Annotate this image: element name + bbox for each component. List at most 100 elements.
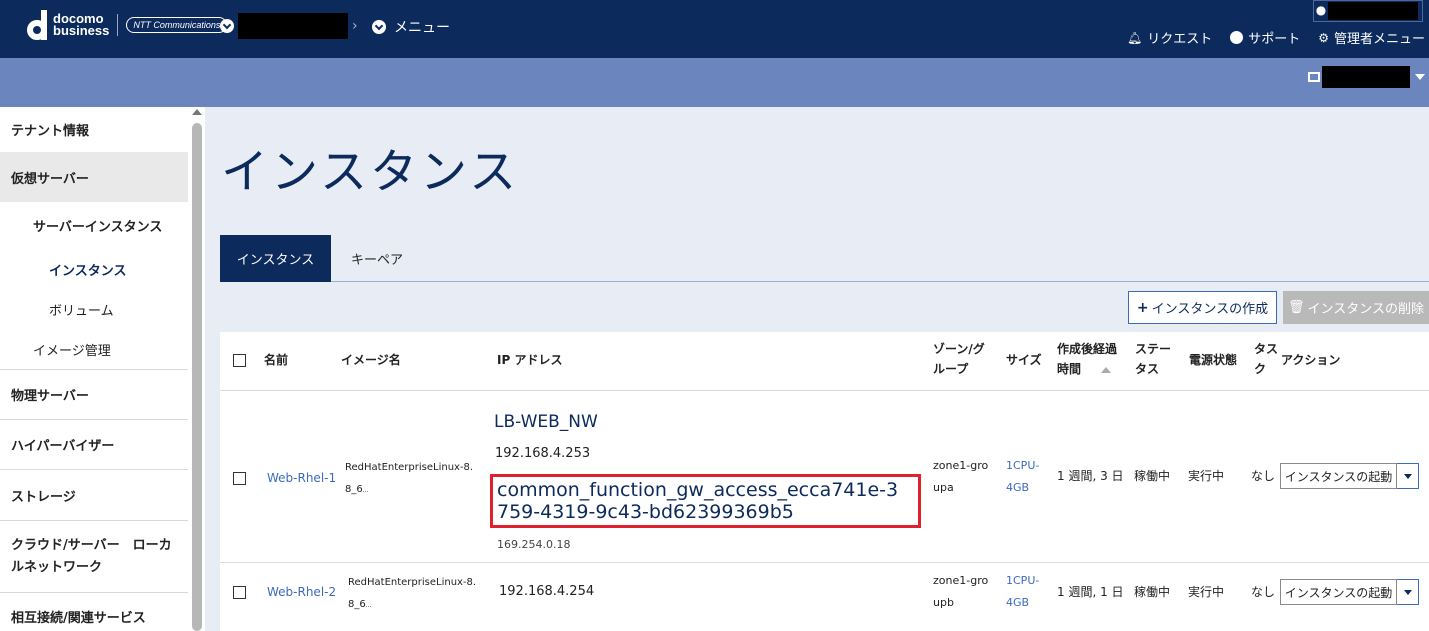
header-image[interactable]: イメージ名 xyxy=(341,350,401,370)
ntt-logo-text: NTT Communications xyxy=(133,20,221,30)
sidebar-item-label: クラウド/サーバー ローカ xyxy=(11,537,172,553)
sort-asc-icon[interactable] xyxy=(1101,367,1112,373)
task-value: なし xyxy=(1251,469,1276,483)
size-link[interactable]: 1CPU- 4GB xyxy=(1006,455,1039,499)
instance-name-link[interactable]: Web-Rhel-1 xyxy=(267,468,336,488)
menu-label: メニュー xyxy=(394,20,450,36)
bell-icon: 🔔︎ xyxy=(1126,30,1143,45)
start-instance-button[interactable]: インスタンスの起動 xyxy=(1280,463,1397,489)
sidebar-item-label: イメージ管理 xyxy=(33,343,111,359)
header-zone-line1: ゾーン/グ xyxy=(933,342,985,356)
sidebar-item-storage[interactable]: ストレージ xyxy=(0,470,188,521)
header-age[interactable]: 作成後経過 時間 xyxy=(1057,339,1117,379)
image-name-ellipsis: ... xyxy=(362,487,369,494)
menu-dropdown[interactable]: メニュー xyxy=(372,17,450,37)
plus-icon: + xyxy=(1136,299,1149,316)
chevron-down-icon xyxy=(372,20,386,34)
delete-instance-button[interactable]: 🗑︎ インスタンスの削除 xyxy=(1283,291,1429,324)
header-zone-line2: ループ xyxy=(933,362,969,376)
tab-bar: インスタンス キーペア xyxy=(220,235,1429,282)
ip-port-link-line1: common_function_gw_access_ecca741e-3 xyxy=(497,479,899,501)
request-link[interactable]: 🔔︎ リクエスト xyxy=(1126,28,1213,48)
start-instance-button[interactable]: インスタンスの起動 xyxy=(1280,579,1397,605)
size-link[interactable]: 1CPU- 4GB xyxy=(1006,570,1039,614)
header-task[interactable]: タス ク xyxy=(1254,339,1278,379)
header-size[interactable]: サイズ xyxy=(1006,350,1042,370)
sidebar-item-label: ボリューム xyxy=(49,303,114,319)
docomo-business-logo[interactable]: docomo business NTT Communications xyxy=(27,10,228,40)
logo-divider xyxy=(117,14,119,36)
tab-keypairs[interactable]: キーペア xyxy=(337,235,417,282)
request-label: リクエスト xyxy=(1147,32,1213,47)
row-checkbox[interactable] xyxy=(233,586,246,599)
instance-name-link[interactable]: Web-Rhel-2 xyxy=(267,582,336,602)
trash-icon: 🗑︎ xyxy=(1288,300,1305,315)
sidebar-item-label: インスタンス xyxy=(49,263,127,279)
ntt-logo: NTT Communications xyxy=(126,17,228,33)
tenant-selector[interactable]: › xyxy=(220,13,358,39)
ip-port-link-line2: 759-4319-9c43-bd62399369b5 xyxy=(497,501,794,523)
sidebar-scrollbar[interactable] xyxy=(190,107,204,631)
ip-port-link[interactable]: common_function_gw_access_ecca741e-3 759… xyxy=(497,479,898,523)
image-name-ellipsis: ... xyxy=(365,602,372,609)
age-value: 1 週間, 3 日 xyxy=(1057,469,1124,483)
logo-text: docomo business xyxy=(53,12,109,37)
ip-address: 169.254.0.18 xyxy=(497,538,571,551)
sidebar-item-label: 相互接続/関連サービス xyxy=(11,610,146,626)
zone-group: zone1-gro upb xyxy=(933,570,988,614)
row-checkbox[interactable] xyxy=(233,472,246,485)
chevron-right-icon: › xyxy=(352,18,358,34)
size-line2: 4GB xyxy=(1006,596,1030,609)
top-actions: 🔔︎ リクエスト ? サポート ⚙ 管理者メニュー xyxy=(1109,28,1425,48)
sidebar-item-label: サーバーインスタンス xyxy=(33,219,163,235)
sub-header xyxy=(0,58,1429,107)
header-zone[interactable]: ゾーン/グ ループ xyxy=(933,339,985,379)
header-name[interactable]: 名前 xyxy=(264,350,288,370)
header-status[interactable]: ステー タス xyxy=(1135,339,1171,379)
sidebar-item-image-management[interactable]: イメージ管理 xyxy=(0,329,188,370)
sidebar-item-label: 仮想サーバー xyxy=(11,171,89,187)
admin-menu-link[interactable]: ⚙ 管理者メニュー xyxy=(1318,28,1425,48)
action-dropdown-toggle[interactable] xyxy=(1397,463,1419,489)
ip-address: 192.168.4.253 xyxy=(495,446,591,461)
sidebar-item-label: ルネットワーク xyxy=(11,559,103,575)
action-dropdown-toggle[interactable] xyxy=(1397,579,1419,605)
zone-line1: zone1-gro xyxy=(933,574,989,587)
sidebar-item-server-instance[interactable]: サーバーインスタンス xyxy=(0,205,188,245)
main-content: インスタンス インスタンス キーペア + インスタンスの作成 🗑︎ インスタンス… xyxy=(205,107,1429,631)
sidebar-item-virtual-server[interactable]: 仮想サーバー xyxy=(0,152,188,202)
ip-address: 192.168.4.254 xyxy=(499,584,595,599)
header-power[interactable]: 電源状態 xyxy=(1189,350,1237,370)
sidebar-item-cloud-local-network[interactable]: クラウド/サーバー ローカ ルネットワーク xyxy=(0,521,188,593)
tab-instances[interactable]: インスタンス xyxy=(220,235,331,282)
admin-label: 管理者メニュー xyxy=(1333,32,1425,47)
header-status-line1: ステー xyxy=(1135,342,1172,356)
sidebar-item-physical-server[interactable]: 物理サーバー xyxy=(0,370,188,420)
action-button-group: インスタンスの起動 xyxy=(1280,463,1419,489)
zone-line2: upb xyxy=(933,596,954,609)
scrollbar-thumb[interactable] xyxy=(192,123,202,631)
sidebar-item-tenant-info[interactable]: テナント情報 xyxy=(0,107,188,152)
select-all-checkbox[interactable] xyxy=(233,354,246,367)
header-status-line2: タス xyxy=(1135,362,1160,376)
image-name-line2: 8_6 xyxy=(348,599,366,610)
image-name: RedHatEnterpriseLinux-8. 8_6... xyxy=(348,572,476,617)
image-name-line2: 8_6 xyxy=(345,484,363,495)
support-label: サポート xyxy=(1248,32,1301,47)
zone-line2: upa xyxy=(933,481,954,494)
user-account-button[interactable]: ● xyxy=(1313,0,1423,22)
sidebar-item-volume[interactable]: ボリューム xyxy=(0,289,188,329)
create-instance-button[interactable]: + インスタンスの作成 xyxy=(1128,291,1277,324)
sidebar-item-instance[interactable]: インスタンス xyxy=(0,249,188,289)
page-title: インスタンス xyxy=(221,145,520,200)
sidebar-item-label: ストレージ xyxy=(11,489,76,505)
scroll-up-icon[interactable] xyxy=(192,109,202,115)
size-line1: 1CPU- xyxy=(1006,574,1040,587)
user-icon: ● xyxy=(1315,3,1327,17)
support-link[interactable]: ? サポート xyxy=(1230,28,1300,47)
project-selector[interactable] xyxy=(1308,66,1425,88)
header-ip[interactable]: IP アドレス xyxy=(497,350,562,370)
chevron-down-icon xyxy=(220,19,234,33)
sidebar-item-hypervisor[interactable]: ハイパーバイザー xyxy=(0,420,188,470)
sidebar-item-interconnect[interactable]: 相互接続/関連サービス xyxy=(0,601,188,631)
